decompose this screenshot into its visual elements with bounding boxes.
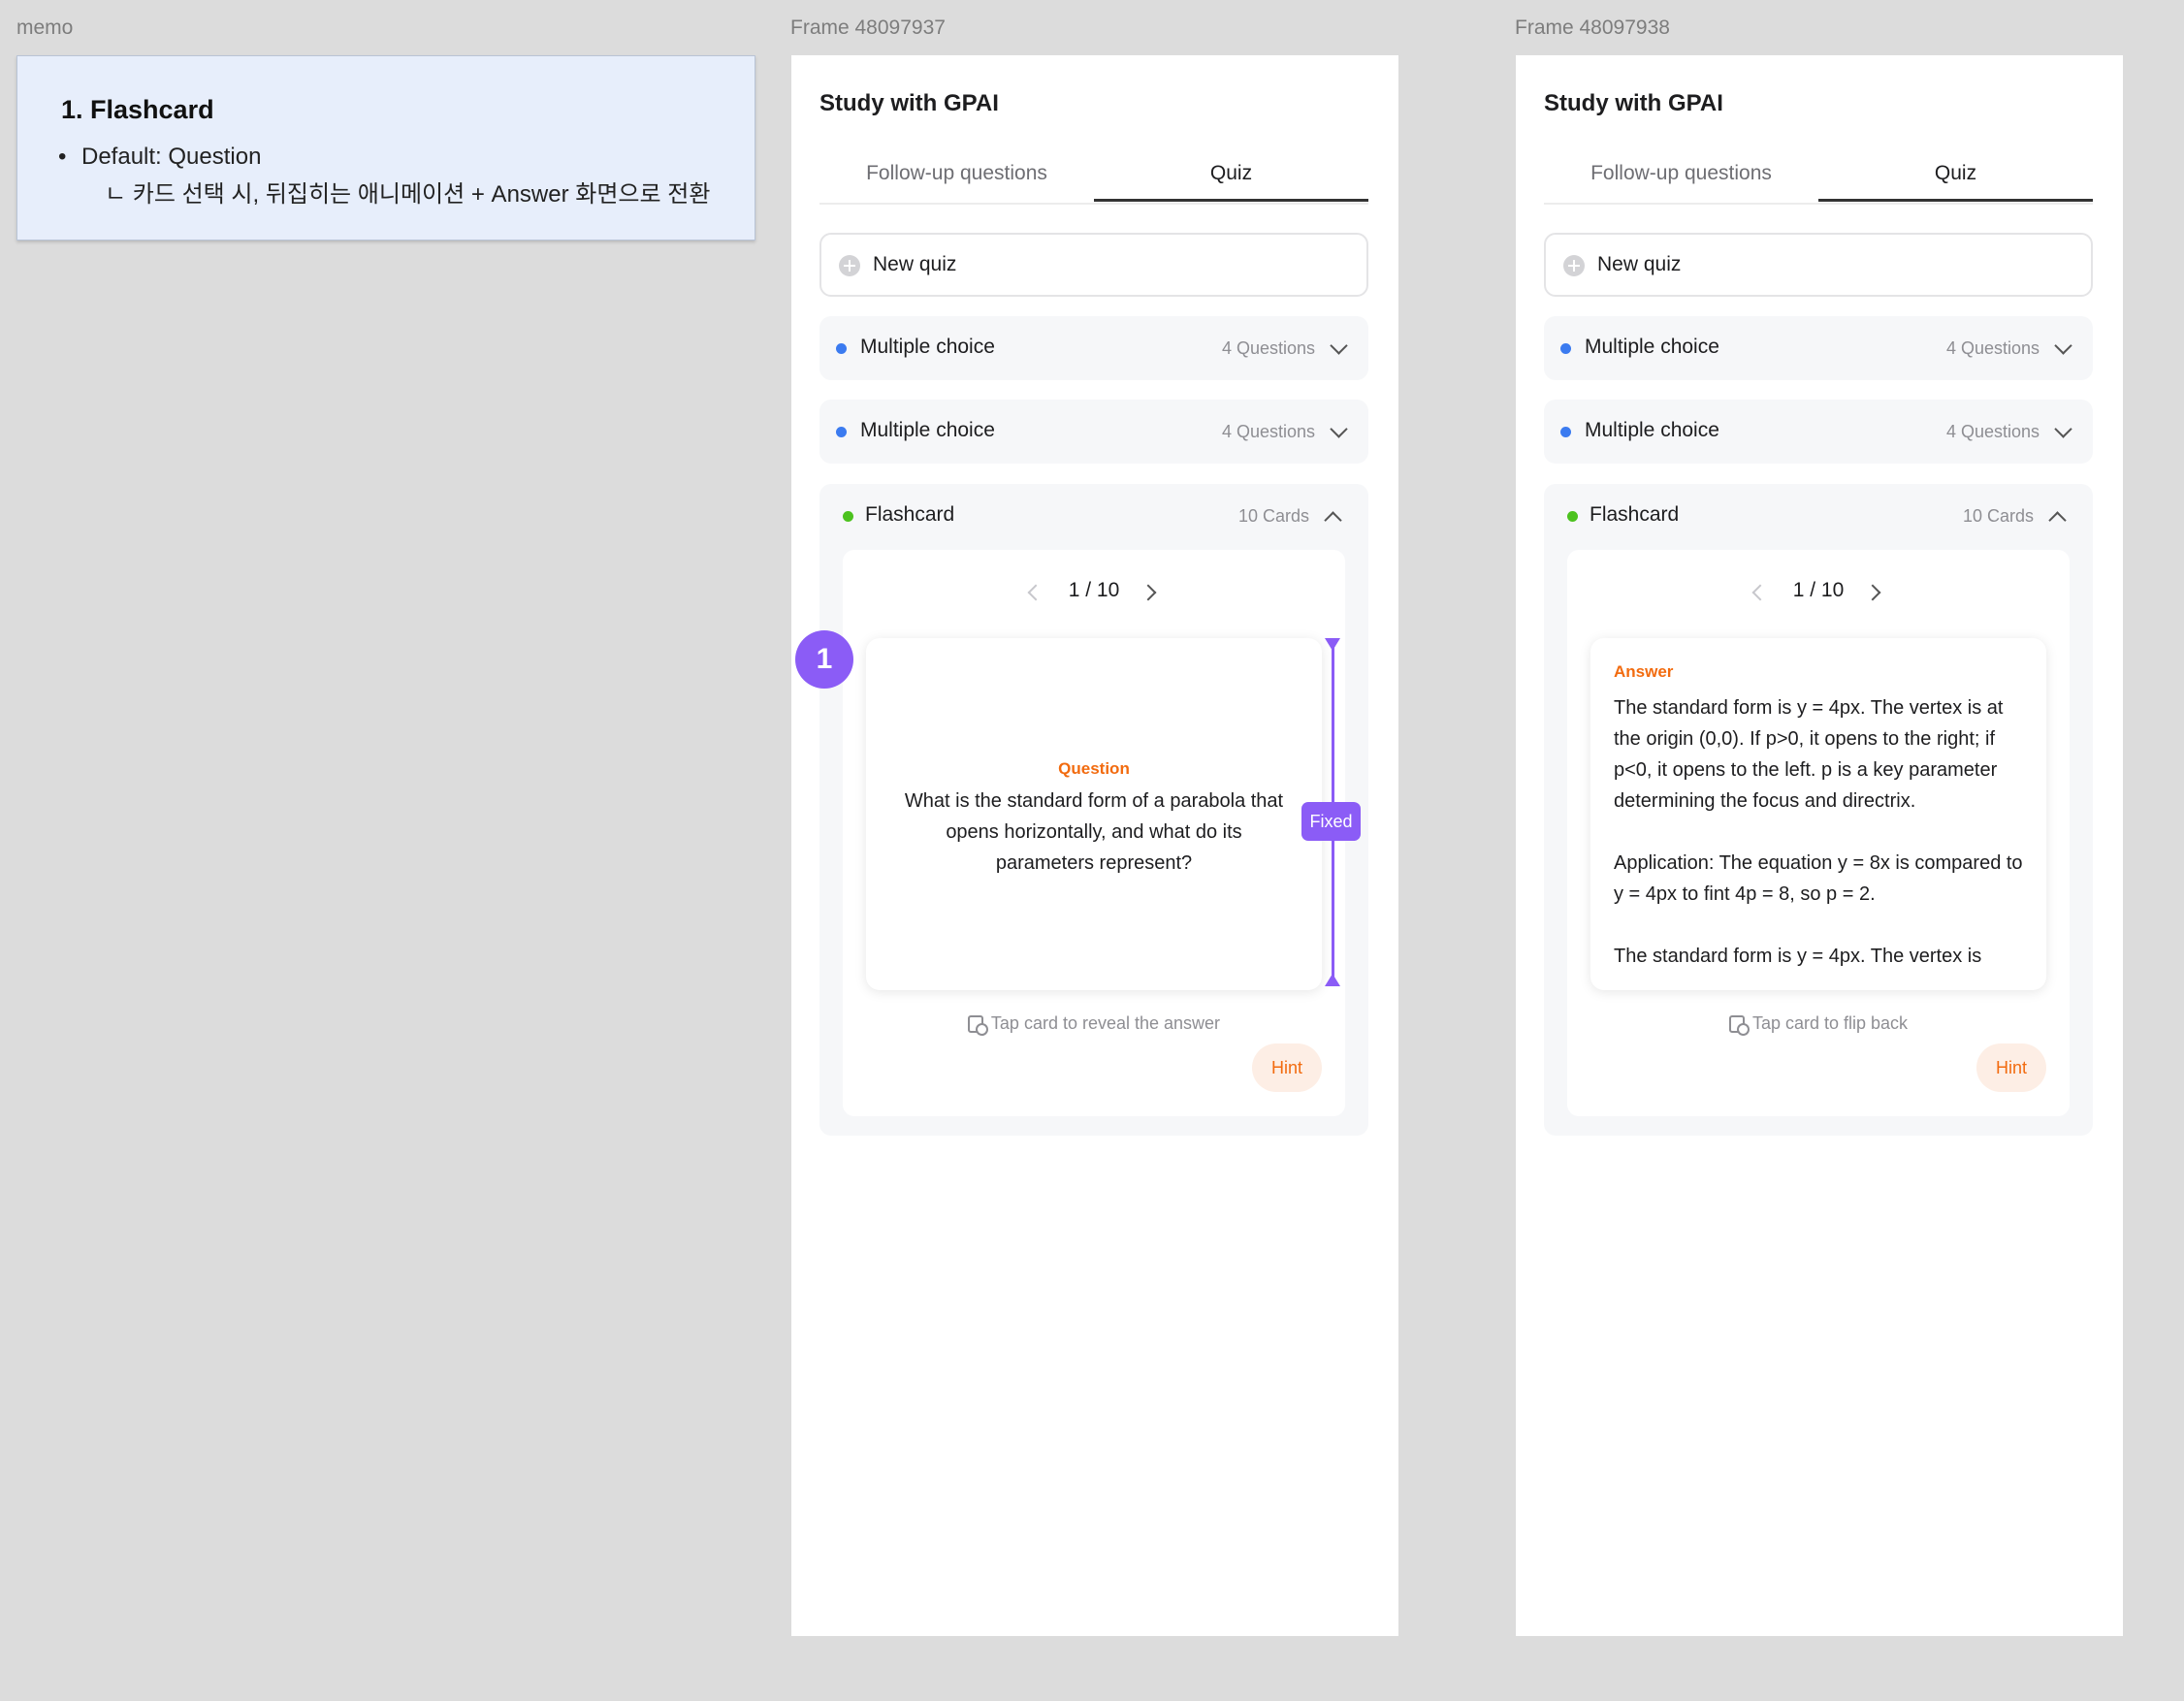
flashcard-count: 10 Cards: [1962, 506, 2034, 526]
tab-bar: Follow-up questions Quiz: [1544, 156, 2093, 205]
answer-text: The standard form is y = 4px. The vertex…: [1614, 697, 2023, 967]
memo-line-detail: ㄴ 카드 선택 시, 뒤집히는 애니메이션 + Answer 화면으로 전환: [105, 181, 711, 208]
plus-icon: [839, 255, 860, 276]
pager-text: 1 / 10: [1068, 579, 1120, 601]
fixed-height-tag: Fixed: [1301, 802, 1361, 841]
blue-dot-icon: [1560, 343, 1571, 354]
new-quiz-button[interactable]: New quiz: [1544, 233, 2093, 297]
memo-title: 1. Flashcard: [61, 95, 214, 124]
tap-hint: Tap card to flip back: [1567, 1013, 2070, 1036]
hint-button[interactable]: Hint: [1976, 1043, 2046, 1092]
chevron-down-icon[interactable]: [1330, 420, 1348, 438]
flashcard-count: 10 Cards: [1237, 506, 1309, 526]
flashcard-section: Flashcard 10 Cards 1 / 10 Question What …: [819, 484, 1368, 1136]
measure-arrow-bottom-icon: [1325, 974, 1340, 986]
phone-frame-answer: Study with GPAI Follow-up questions Quiz…: [1516, 55, 2123, 1636]
tab-follow-up[interactable]: Follow-up questions: [819, 156, 1094, 203]
quiz-row-label: Multiple choice: [1585, 419, 1719, 441]
flashcard-question[interactable]: Question What is the standard form of a …: [866, 638, 1322, 990]
new-quiz-label: New quiz: [1597, 253, 1682, 275]
card-pager: 1 / 10: [843, 579, 1345, 608]
frame-label-1: Frame 48097937: [790, 16, 946, 39]
quiz-row-label: Multiple choice: [860, 419, 995, 441]
tap-hint: Tap card to reveal the answer: [843, 1013, 1345, 1036]
answer-label: Answer: [1614, 662, 1674, 681]
question-label: Question: [1058, 759, 1130, 778]
blue-dot-icon: [836, 343, 847, 354]
quiz-row-multiple-choice-2[interactable]: Multiple choice 4 Questions: [819, 400, 1368, 464]
quiz-row-count: 4 Questions: [1221, 338, 1315, 358]
new-quiz-label: New quiz: [873, 253, 957, 275]
chevron-up-icon[interactable]: [2048, 511, 2067, 530]
memo-note: 1. Flashcard Default: Question ㄴ 카드 선택 시…: [16, 55, 755, 241]
quiz-row-label: Multiple choice: [860, 336, 995, 358]
blue-dot-icon: [1560, 427, 1571, 437]
chevron-down-icon[interactable]: [2054, 337, 2072, 355]
chevron-down-icon[interactable]: [1330, 337, 1348, 355]
quiz-row-count: 4 Questions: [1945, 338, 2039, 358]
tap-card-icon: [967, 1015, 988, 1036]
app-title: Study with GPAI: [1544, 90, 1723, 116]
hint-button[interactable]: Hint: [1252, 1043, 1322, 1092]
flashcard-panel: 1 / 10 Answer The standard form is y = 4…: [1567, 550, 2070, 1116]
chevron-up-icon[interactable]: [1324, 511, 1342, 530]
tap-card-icon: [1728, 1015, 1750, 1036]
green-dot-icon: [843, 511, 853, 522]
quiz-row-multiple-choice-1[interactable]: Multiple choice 4 Questions: [819, 316, 1368, 380]
annotation-number-badge: 1: [795, 630, 853, 689]
tap-hint-text: Tap card to reveal the answer: [990, 1013, 1221, 1033]
flashcard-answer[interactable]: Answer The standard form is y = 4px. The…: [1590, 638, 2046, 990]
quiz-row-count: 4 Questions: [1945, 422, 2039, 441]
quiz-row-count: 4 Questions: [1221, 422, 1315, 441]
tab-follow-up[interactable]: Follow-up questions: [1544, 156, 1818, 203]
app-title: Study with GPAI: [819, 90, 999, 116]
tab-quiz[interactable]: Quiz: [1818, 156, 2093, 202]
frame-label-2: Frame 48097938: [1515, 16, 1670, 39]
memo-line-default: Default: Question: [58, 144, 261, 171]
flashcard-panel: 1 / 10 Question What is the standard for…: [843, 550, 1345, 1116]
chevron-down-icon[interactable]: [2054, 420, 2072, 438]
plus-icon: [1563, 255, 1585, 276]
tab-bar: Follow-up questions Quiz: [819, 156, 1368, 205]
tab-quiz[interactable]: Quiz: [1094, 156, 1368, 202]
question-text: What is the standard form of a parabola …: [904, 790, 1284, 874]
new-quiz-button[interactable]: New quiz: [819, 233, 1368, 297]
measure-arrow-top-icon: [1325, 638, 1340, 651]
flashcard-section: Flashcard 10 Cards 1 / 10 Answer The sta…: [1544, 484, 2093, 1136]
quiz-row-multiple-choice-2[interactable]: Multiple choice 4 Questions: [1544, 400, 2093, 464]
quiz-row-multiple-choice-1[interactable]: Multiple choice 4 Questions: [1544, 316, 2093, 380]
quiz-row-label: Multiple choice: [1585, 336, 1719, 358]
memo-label: memo: [16, 16, 74, 39]
green-dot-icon: [1567, 511, 1578, 522]
phone-frame-question: Study with GPAI Follow-up questions Quiz…: [791, 55, 1398, 1636]
card-pager: 1 / 10: [1567, 579, 2070, 608]
tap-hint-text: Tap card to flip back: [1751, 1013, 1909, 1033]
flashcard-label: Flashcard: [1590, 503, 1680, 526]
blue-dot-icon: [836, 427, 847, 437]
pager-text: 1 / 10: [1792, 579, 1845, 601]
flashcard-label: Flashcard: [865, 503, 955, 526]
